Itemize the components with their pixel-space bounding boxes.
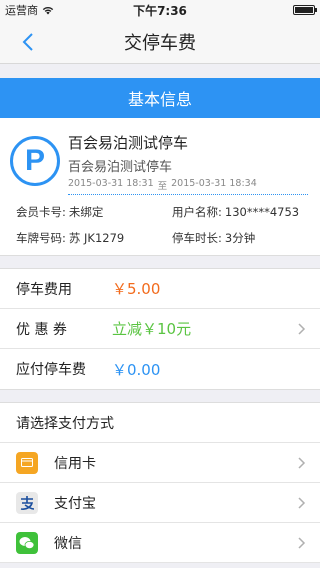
payment-section: 请选择支付方式 信用卡 支付宝 微信 (0, 402, 320, 563)
pay-alipay[interactable]: 支付宝 (0, 483, 320, 523)
credit-card-icon (16, 451, 38, 474)
lot-subname: 百会易泊测试停车 (68, 160, 173, 175)
lot-name: 百会易泊测试停车 (68, 134, 189, 152)
chevron-right-icon (298, 497, 306, 509)
plate-value: 苏 JK1279 (68, 231, 125, 245)
wechat-icon (16, 531, 38, 554)
parking-duration: 停车时长: 3分钟 (172, 230, 255, 246)
username-value: 130****4753 (224, 205, 300, 219)
battery-icon (293, 5, 317, 15)
basic-info-header: 基本信息 (0, 78, 320, 118)
fee-list: 停车费用 ￥5.00 优 惠 券 立减￥10元 应付停车费 ￥0.00 (0, 268, 320, 390)
status-left: 运营商 (5, 2, 54, 18)
duration-label: 停车时长: (172, 231, 222, 245)
nav-bar: 交停车费 (0, 20, 320, 64)
chevron-right-icon (298, 323, 306, 335)
coupon-value: 立减￥10元 (112, 320, 192, 338)
end-time: 2015-03-31 18:34 (171, 178, 257, 189)
alipay-icon (16, 491, 38, 514)
payable-row: 应付停车费 ￥0.00 (0, 349, 320, 389)
username-label: 用户名称: (172, 205, 222, 219)
wifi-icon (42, 6, 54, 14)
chevron-right-icon (298, 537, 306, 549)
pay-wechat[interactable]: 微信 (0, 523, 320, 563)
back-button[interactable] (22, 28, 46, 56)
chevron-right-icon (298, 457, 306, 469)
payable-label: 应付停车费 (16, 362, 86, 378)
parking-time-range: 2015-03-31 18:31 至 2015-03-31 18:34 (68, 178, 257, 192)
member-card-label: 会员卡号: (16, 205, 66, 219)
coupon-label: 优 惠 券 (16, 321, 67, 338)
coupon-row[interactable]: 优 惠 券 立减￥10元 (0, 309, 320, 349)
page-title: 交停车费 (124, 32, 196, 54)
username: 用户名称: 130****4753 (172, 204, 299, 220)
chevron-left-icon (22, 33, 33, 51)
payment-header: 请选择支付方式 (0, 403, 320, 443)
carrier-label: 运营商 (5, 4, 38, 17)
credit-card-label: 信用卡 (54, 455, 96, 472)
start-time: 2015-03-31 18:31 (68, 178, 154, 189)
divider (68, 194, 308, 195)
plate-number: 车牌号码: 苏 JK1279 (16, 230, 124, 246)
parking-info-card: P 百会易泊测试停车 百会易泊测试停车 2015-03-31 18:31 至 2… (0, 118, 320, 256)
wechat-label: 微信 (54, 535, 82, 552)
parking-fee-value: ￥5.00 (112, 280, 161, 298)
plate-label: 车牌号码: (16, 231, 66, 245)
member-card: 会员卡号: 未绑定 (16, 204, 103, 220)
to-label: 至 (157, 181, 168, 192)
payable-value: ￥0.00 (112, 360, 161, 379)
parking-fee-label: 停车费用 (16, 281, 72, 298)
alipay-label: 支付宝 (54, 495, 96, 512)
status-bar: 运营商 下午7:36 (0, 0, 320, 20)
member-card-value: 未绑定 (68, 205, 104, 219)
parking-fee-row: 停车费用 ￥5.00 (0, 269, 320, 309)
pay-credit-card[interactable]: 信用卡 (0, 443, 320, 483)
duration-value: 3分钟 (224, 231, 256, 245)
parking-logo: P (10, 136, 60, 186)
